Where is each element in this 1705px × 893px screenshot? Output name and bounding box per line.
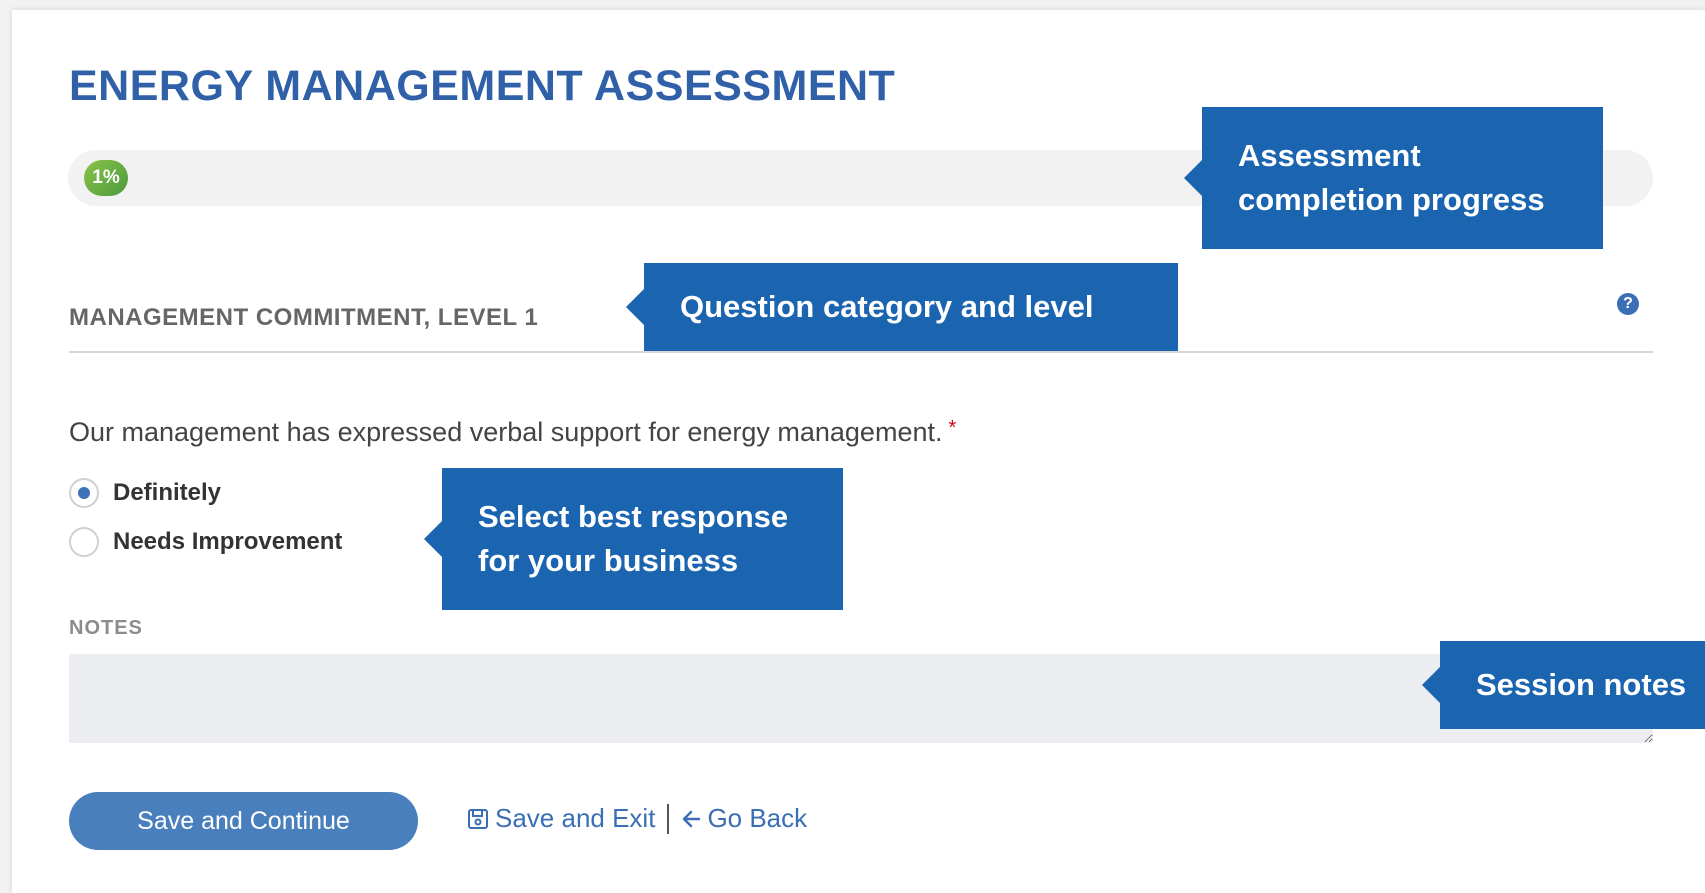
callout-category: Question category and level (626, 263, 1178, 351)
help-circle-icon[interactable]: ? (1617, 293, 1639, 315)
go-back-label: Go Back (707, 803, 808, 833)
arrow-left-icon (683, 810, 701, 827)
floppy-disk-icon (468, 808, 488, 829)
save-and-continue-button[interactable]: Save and Continue (69, 792, 418, 850)
progress-percent-label: 1% (92, 167, 120, 188)
question-text: Our management has expressed verbal supp… (69, 417, 943, 447)
callout-response-line1: Select best response (478, 499, 789, 534)
callout-response: Select best response for your business (424, 468, 843, 610)
callout-response-line2: for your business (478, 543, 739, 578)
question-category: MANAGEMENT COMMITMENT, LEVEL 1 (69, 304, 539, 331)
radio-definitely[interactable] (69, 478, 99, 508)
option-definitely[interactable]: Definitely (69, 475, 221, 511)
callout-progress-line1: Assessment (1238, 138, 1421, 173)
option-label: Needs Improvement (113, 528, 343, 555)
callout-progress: Assessment completion progress (1184, 107, 1603, 249)
notes-label: NOTES (69, 617, 143, 639)
progress-fill: 1% (84, 160, 128, 196)
required-marker: * (948, 417, 957, 439)
callout-progress-line2: completion progress (1238, 182, 1545, 217)
link-separator (667, 803, 670, 834)
radio-needs-improvement[interactable] (69, 527, 99, 557)
callout-category-text: Question category and level (680, 289, 1094, 324)
question-text-row: Our management has expressed verbal supp… (69, 417, 956, 448)
section-divider (69, 351, 1653, 353)
callout-notes: Session notes (1422, 641, 1705, 729)
secondary-actions: Save and Exit Go Back (467, 803, 807, 834)
save-and-exit-label: Save and Exit (495, 803, 656, 833)
option-needs-improvement[interactable]: Needs Improvement (69, 524, 342, 560)
save-and-exit-link[interactable]: Save and Exit (467, 803, 655, 834)
notes-field[interactable] (69, 654, 1653, 743)
help-glyph: ? (1623, 295, 1633, 312)
option-label: Definitely (113, 479, 222, 506)
callout-notes-text: Session notes (1476, 667, 1687, 702)
assessment-page: ENERGY MANAGEMENT ASSESSMENT 1% MANAGEME… (12, 10, 1705, 893)
go-back-link[interactable]: Go Back (681, 803, 807, 834)
page-title: ENERGY MANAGEMENT ASSESSMENT (69, 62, 896, 110)
